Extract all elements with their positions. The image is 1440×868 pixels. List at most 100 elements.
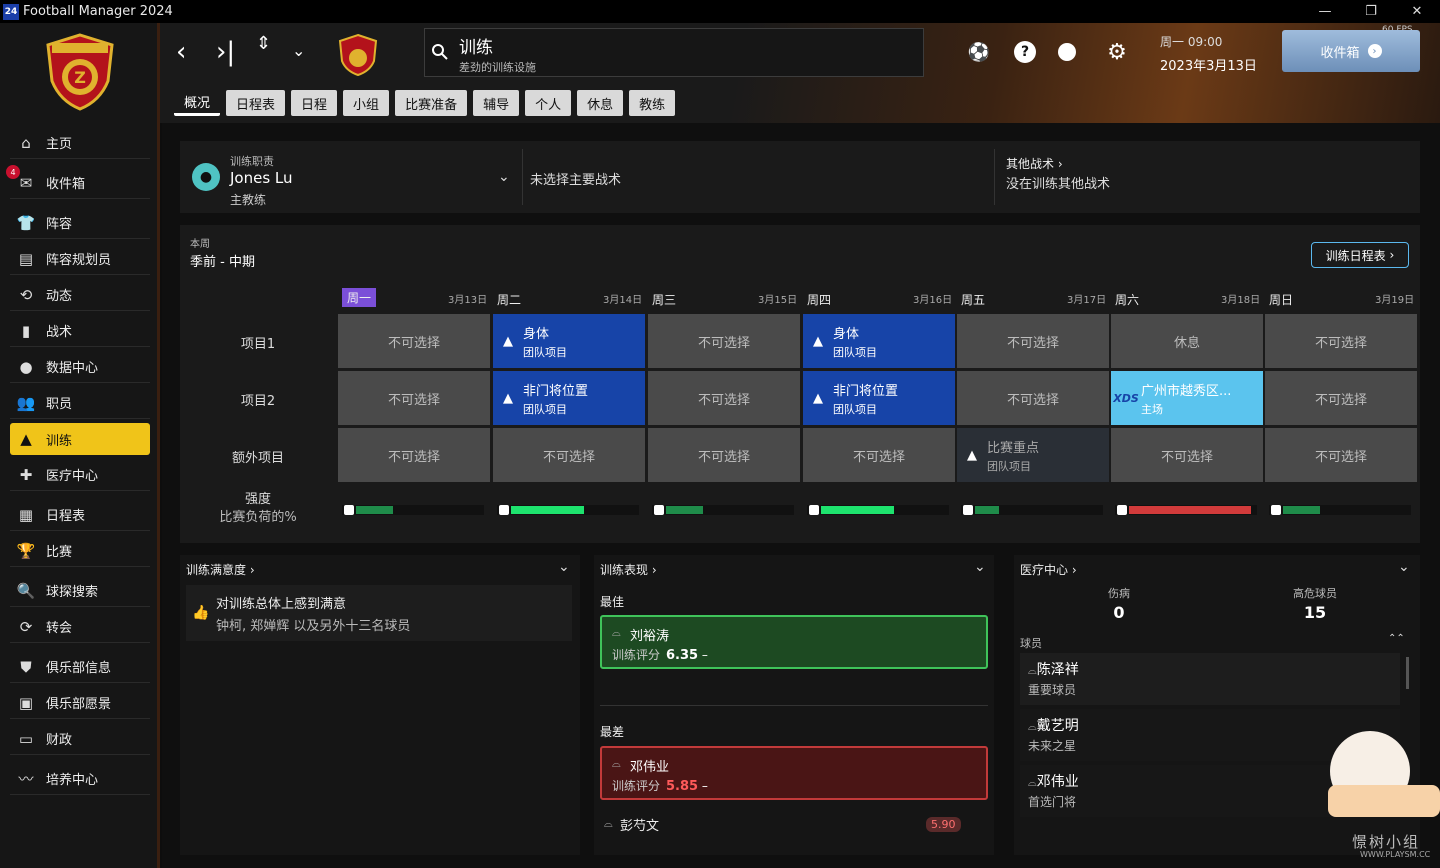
session-cell[interactable]: ▲ 身体 团队项目 xyxy=(803,314,955,368)
tab-1[interactable]: 日程表 xyxy=(226,90,286,116)
best-player-card[interactable]: ⌓ 刘裕涛 训练评分 6.35 – xyxy=(600,615,988,669)
sidebar-item-1[interactable]: ✉ 收件箱 4 xyxy=(6,165,150,199)
sidebar-item-11[interactable]: 🏆 比赛 xyxy=(10,535,150,567)
tab-7[interactable]: 休息 xyxy=(577,90,624,116)
session-cell[interactable]: 不可选择 xyxy=(1111,428,1263,482)
sidebar-item-2[interactable]: 👕 阵容 xyxy=(10,207,150,239)
status-dot-icon[interactable] xyxy=(1058,43,1076,61)
tab-4[interactable]: 比赛准备 xyxy=(395,90,468,116)
sidebar-item-4[interactable]: ⟲ 动态 xyxy=(10,279,150,311)
up-down-arrows-icon[interactable]: ⇕ xyxy=(256,33,271,54)
date-display[interactable]: 周一 09:00 2023年3月13日 xyxy=(1160,33,1257,74)
sidebar-item-12[interactable]: 🔍 球探搜索 xyxy=(10,575,150,607)
session-cell[interactable]: ▲ 身体 团队项目 xyxy=(493,314,645,368)
minimize-button[interactable]: — xyxy=(1302,0,1348,23)
training-schedule-button[interactable]: 训练日程表 › xyxy=(1311,242,1409,268)
tab-5[interactable]: 辅导 xyxy=(473,90,520,116)
satisfaction-title-link[interactable]: 训练满意度 › xyxy=(186,561,255,578)
session-cell[interactable]: 不可选择 xyxy=(493,428,645,482)
session-cell[interactable]: 不可选择 xyxy=(803,428,955,482)
sidebar-item-10[interactable]: ▦ 日程表 xyxy=(10,499,150,531)
coach-dropdown-chevron-icon[interactable]: ⌄ xyxy=(498,169,510,185)
session-cell[interactable]: 不可选择 xyxy=(1265,428,1417,482)
inbox-continue-button[interactable]: 收件箱 › xyxy=(1282,30,1420,72)
search-box[interactable]: 训练 差劲的训练设施 xyxy=(424,28,924,77)
best-rating-value: 6.35 xyxy=(666,648,699,663)
tab-8[interactable]: 教练 xyxy=(629,90,676,116)
session-cell[interactable]: 不可选择 xyxy=(648,314,800,368)
day-header[interactable]: 周一 xyxy=(342,288,377,307)
tab-2[interactable]: 日程 xyxy=(291,90,338,116)
sidebar-item-0[interactable]: ⌂ 主页 xyxy=(10,127,150,159)
sort-icon[interactable]: ⌃⌃ xyxy=(1388,633,1405,644)
medical-player-row[interactable]: ⌓陈泽祥 重要球员 xyxy=(1020,653,1400,705)
performance-chevron-icon[interactable]: ⌄ xyxy=(974,559,986,575)
chevron-down-icon[interactable]: ⌄ xyxy=(292,41,305,60)
session-cell[interactable]: 不可选择 xyxy=(957,371,1109,425)
sidebar-item-15[interactable]: ▣ 俱乐部愿景 xyxy=(10,687,150,719)
club-crest-icon[interactable]: Z xyxy=(40,31,120,111)
session-cell[interactable]: 不可选择 xyxy=(1265,371,1417,425)
session-cell[interactable]: 不可选择 xyxy=(338,314,490,368)
close-button[interactable]: ✕ xyxy=(1394,0,1440,23)
session-cell[interactable]: 不可选择 xyxy=(338,428,490,482)
skip-forward-icon[interactable]: ›| xyxy=(216,37,235,67)
back-icon[interactable]: ‹ xyxy=(176,37,186,67)
sidebar-item-5[interactable]: ▮ 战术 xyxy=(10,315,150,347)
sidebar-item-17[interactable]: 〰培养中心 xyxy=(10,763,150,795)
day-header[interactable]: 周四 xyxy=(807,291,831,308)
load-icon xyxy=(1117,505,1127,515)
performance-title-link[interactable]: 训练表现 › xyxy=(600,561,657,578)
injuries-value: 0 xyxy=(1113,603,1125,622)
intensity-fill xyxy=(1283,506,1320,514)
worst-player-card[interactable]: ⌓ 邓伟业 训练评分 5.85 – xyxy=(600,746,988,800)
training-cone-icon: ▲ xyxy=(503,390,513,406)
settings-gear-icon[interactable]: ⚙ xyxy=(1106,40,1128,65)
session-cell[interactable]: 不可选择 xyxy=(338,371,490,425)
sidebar-item-6[interactable]: ● 数据中心 xyxy=(10,351,150,383)
sidebar-item-14[interactable]: ⛊ 俱乐部信息 xyxy=(10,651,150,683)
sidebar-item-9[interactable]: ✚ 医疗中心 xyxy=(10,459,150,491)
medical-title-link[interactable]: 医疗中心 › xyxy=(1020,561,1077,578)
medical-chevron-icon[interactable]: ⌄ xyxy=(1398,559,1410,575)
session-cell[interactable]: 不可选择 xyxy=(648,371,800,425)
day-header[interactable]: 周三 xyxy=(652,291,676,308)
session-cell[interactable]: XDS 广州市越秀区... 主场 xyxy=(1111,371,1263,425)
day-date: 3月17日 xyxy=(1067,295,1107,306)
session-cell[interactable]: 不可选择 xyxy=(648,428,800,482)
coach-name[interactable]: Jones Lu xyxy=(230,169,293,187)
session-cell[interactable]: 不可选择 xyxy=(1265,314,1417,368)
session-cell[interactable]: ▲ 非门将位置 团队项目 xyxy=(493,371,645,425)
main-tactic[interactable]: 未选择主要战术 xyxy=(530,169,621,188)
day-date: 3月19日 xyxy=(1375,295,1415,306)
ball-icon[interactable]: ⚽ xyxy=(968,41,990,63)
sidebar-item-16[interactable]: ▭ 财政 xyxy=(10,723,150,755)
day-header[interactable]: 周二 xyxy=(497,291,521,308)
session-title: 不可选择 xyxy=(1314,449,1367,465)
other-tactics-link[interactable]: 其他战术 › xyxy=(1006,155,1063,172)
sidebar-item-13[interactable]: ⟳ 转会 xyxy=(10,611,150,643)
club-badge-icon[interactable] xyxy=(336,33,380,77)
day-header[interactable]: 周五 xyxy=(961,291,985,308)
session-cell[interactable]: ▲ 非门将位置 团队项目 xyxy=(803,371,955,425)
day-header[interactable]: 周六 xyxy=(1115,291,1139,308)
restore-button[interactable]: ❐ xyxy=(1348,0,1394,23)
day-header[interactable]: 周日 xyxy=(1269,291,1293,308)
tab-0[interactable]: 概况 xyxy=(174,90,221,116)
intensity-bar xyxy=(961,505,1103,515)
help-icon[interactable]: ? xyxy=(1014,41,1036,63)
sidebar-item-7[interactable]: 👥 职员 xyxy=(10,387,150,419)
session-cell[interactable]: 不可选择 xyxy=(957,314,1109,368)
session-cell[interactable]: 休息 xyxy=(1111,314,1263,368)
coach-label: 训练职责 xyxy=(230,155,274,168)
sidebar-item-3[interactable]: ▤ 阵容规划员 xyxy=(10,243,150,275)
tab-3[interactable]: 小组 xyxy=(343,90,390,116)
intensity-label-2: 比赛负荷的% xyxy=(219,510,297,525)
tab-6[interactable]: 个人 xyxy=(525,90,572,116)
next-player-row[interactable]: ⌓ 彭芍文 5.90 xyxy=(600,811,988,837)
players-label: 球员 xyxy=(1020,637,1042,650)
sidebar-item-8[interactable]: ▲ 训练 xyxy=(10,423,150,455)
scrollbar[interactable] xyxy=(1406,657,1409,689)
session-cell[interactable]: ▲ 比赛重点 团队项目 xyxy=(957,428,1109,482)
satisfaction-chevron-icon[interactable]: ⌄ xyxy=(558,559,570,575)
